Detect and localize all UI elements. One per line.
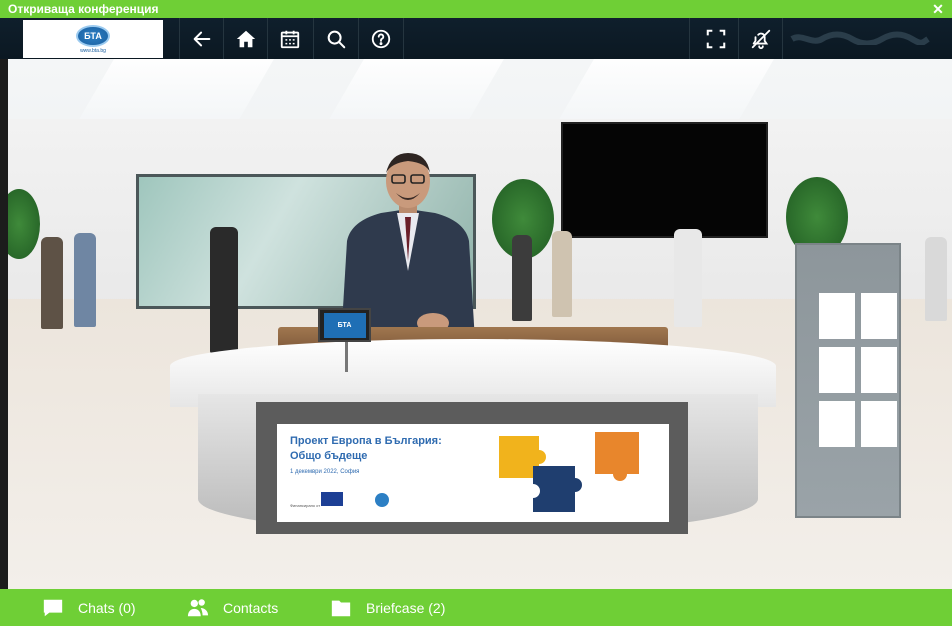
- home-icon: [236, 30, 255, 47]
- contacts-label: Contacts: [223, 599, 279, 616]
- info-document[interactable]: [819, 401, 855, 447]
- tablet-screen: БТА: [323, 312, 366, 338]
- tablet-stand: [345, 342, 348, 372]
- wall-video-screen[interactable]: [561, 122, 768, 238]
- banner-footer: Финансирано от: [290, 503, 321, 508]
- back-button[interactable]: [179, 18, 223, 59]
- calendar-icon: [280, 30, 299, 48]
- desk-tablet[interactable]: БТА: [318, 308, 371, 342]
- briefcase-button[interactable]: Briefcase (2): [330, 589, 445, 626]
- bta-logo-badge: БТА: [76, 24, 110, 47]
- banner-title-line2: Общо бъдеще: [290, 450, 368, 462]
- fullscreen-icon: [706, 29, 726, 48]
- conference-window: Откриваща конференция ✕ БТА www.bta.bg П…: [0, 0, 952, 626]
- info-document[interactable]: [819, 347, 855, 393]
- banner-date: 1 декември 2022, София: [290, 469, 360, 475]
- info-document[interactable]: [861, 401, 897, 447]
- fullscreen-button[interactable]: [689, 18, 742, 59]
- visitor-avatar: [41, 237, 63, 329]
- home-button[interactable]: [223, 18, 267, 59]
- visitor-avatar: [210, 227, 238, 353]
- banner-title-line1: Проект Европа в България:: [290, 435, 442, 447]
- info-document[interactable]: [861, 347, 897, 393]
- bottom-bar: Chats (0) Contacts Briefcase (2): [0, 589, 952, 626]
- search-icon: [327, 30, 345, 48]
- window-title: Откриваща конференция: [8, 2, 159, 16]
- chats-label: Chats (0): [78, 599, 136, 616]
- virtual-lobby-scene: Проект Европа в България: Общо бъдеще 1 …: [8, 59, 952, 589]
- calendar-button[interactable]: [267, 18, 311, 59]
- info-board[interactable]: [795, 243, 901, 518]
- arrow-left-icon: [193, 31, 210, 46]
- top-toolbar: БТА www.bta.bg: [0, 18, 952, 59]
- chat-icon: [42, 597, 64, 619]
- briefcase-icon: [330, 597, 352, 619]
- window-titlebar: Откриваща конференция ✕: [0, 0, 952, 18]
- toolbar-divider-right: [782, 18, 783, 59]
- help-icon: [371, 29, 390, 48]
- visitor-avatar: [74, 233, 96, 327]
- chats-button[interactable]: Chats (0): [42, 589, 136, 626]
- close-icon[interactable]: ✕: [930, 0, 946, 18]
- contacts-button[interactable]: Contacts: [187, 589, 278, 626]
- bell-off-icon: [751, 29, 770, 49]
- puzzle-pieces-graphic: [499, 432, 639, 512]
- contacts-icon: [187, 597, 209, 619]
- visitor-avatar: [674, 229, 702, 327]
- event-banner[interactable]: Проект Европа в България: Общо бъдеще 1 …: [277, 424, 669, 522]
- bta-logo[interactable]: БТА www.bta.bg: [23, 20, 163, 58]
- redacted-username: [790, 31, 930, 45]
- bta-small-logo: [375, 493, 389, 507]
- visitor-avatar: [512, 235, 532, 321]
- briefcase-label: Briefcase (2): [366, 599, 446, 616]
- visitor-avatar: [925, 237, 947, 321]
- notifications-button[interactable]: [738, 18, 782, 59]
- toolbar-divider: [403, 18, 404, 59]
- search-button[interactable]: [313, 18, 357, 59]
- info-document[interactable]: [861, 293, 897, 339]
- bta-logo-url: www.bta.bg: [80, 47, 106, 54]
- help-button[interactable]: [358, 18, 402, 59]
- eu-flag-logo: [321, 492, 343, 506]
- visitor-avatar: [552, 231, 572, 317]
- info-document[interactable]: [819, 293, 855, 339]
